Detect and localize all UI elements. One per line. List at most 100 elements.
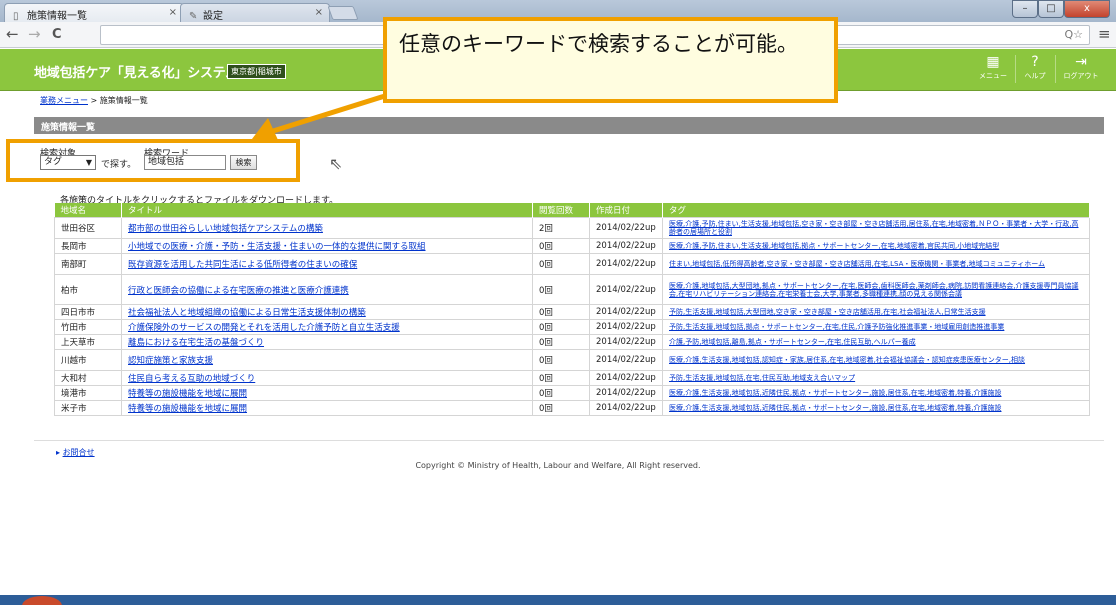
cell-date: 2014/02/22up — [589, 274, 663, 305]
contact-link[interactable]: お問合せ — [63, 448, 95, 457]
callout-box: 任意のキーワードで検索することが可能。 — [383, 17, 838, 103]
table-row: 柏市 行政と医師会の協働による在宅医療の推進と医療介護連携 0回 2014/02… — [54, 274, 1090, 305]
dropdown-arrow-icon: ▼ — [85, 158, 92, 167]
table-row: 四日市市 社会福祉法人と地域組織の協働による日常生活支援体制の構築 0回 201… — [54, 304, 1090, 320]
breadcrumb: 業務メニュー > 施策情報一覧 — [40, 95, 148, 106]
browser-tab-settings[interactable]: ✎ 設定 × — [180, 3, 330, 22]
title-link[interactable]: 特養等の施設機能を地域に展開 — [128, 404, 247, 414]
table-row: 長岡市 小地域での医療・介護・予防・生活支援・住まいの一体的な提供に関する取組 … — [54, 238, 1090, 254]
section-title: 施策情報一覧 — [34, 117, 1104, 134]
tag-links[interactable]: 医療,介護,生活支援,地域包括,近隣住民,拠点・サポートセンター,施設,居住系,… — [669, 404, 1001, 412]
title-link[interactable]: 住民自ら考える互助の地域づくり — [128, 374, 255, 384]
column-header-date: 作成日付 — [589, 203, 663, 218]
help-button[interactable]: ? ヘルプ — [1018, 53, 1052, 85]
cell-date: 2014/02/22up — [589, 385, 663, 401]
table-body: 世田谷区 都市部の世田谷らしい地域包括ケアシステムの構築 2回 2014/02/… — [54, 217, 1090, 416]
header-divider — [1015, 55, 1016, 83]
tab-close-icon[interactable]: × — [169, 7, 177, 18]
title-link[interactable]: 小地域での医療・介護・予防・生活支援・住まいの一体的な提供に関する取組 — [128, 242, 426, 252]
table-row: 川越市 認知症施策と家族支援 0回 2014/02/22up 医療,介護,生活支… — [54, 349, 1090, 371]
tag-links[interactable]: 予防,生活支援,地域包括,拠点・サポートセンター,在宅,住民,介護予防強化推進事… — [669, 323, 1004, 331]
contact: ▸ お問合せ — [56, 447, 95, 458]
new-tab-button[interactable] — [327, 6, 359, 20]
table-row: 上天草市 離島における在宅生活の基盤づくり 0回 2014/02/22up 介護… — [54, 334, 1090, 350]
cell-date: 2014/02/22up — [589, 217, 663, 239]
title-link[interactable]: 離島における在宅生活の基盤づくり — [128, 338, 264, 348]
minimize-button[interactable]: – — [1012, 0, 1038, 18]
cell-views: 0回 — [532, 400, 590, 416]
tag-links[interactable]: 医療,介護,予防,住まい,生活支援,地域包括,空き家・空き部屋・空き店舗活用,居… — [669, 220, 1078, 236]
menu-button[interactable]: ▦ メニュー — [976, 53, 1010, 85]
maximize-button[interactable]: □ — [1038, 0, 1064, 18]
cell-views: 2回 — [532, 217, 590, 239]
forward-arrow-icon[interactable]: → — [28, 26, 41, 43]
title-link[interactable]: 介護保険外のサービスの開発とそれを活用した介護予防と自立生活支援 — [128, 323, 400, 333]
close-window-button[interactable]: x — [1064, 0, 1110, 18]
zoom-bookmark-icon[interactable]: Q☆ — [1064, 28, 1083, 41]
tag-links[interactable]: 住まい,地域包括,低所得高齢者,空き家・空き部屋・空き店舗活用,在宅,LSA・医… — [669, 260, 1045, 268]
search-button[interactable]: 検索 — [230, 155, 257, 170]
search-target-select[interactable]: タグ ▼ — [40, 155, 96, 170]
title-link[interactable]: 既存資源を活用した共同生活による低所得者の住まいの確保 — [128, 260, 357, 270]
cell-views: 0回 — [532, 370, 590, 386]
browser-tab-active[interactable]: ▯ 施策情報一覧 × — [4, 3, 184, 22]
cell-date: 2014/02/22up — [589, 349, 663, 371]
table-row: 竹田市 介護保険外のサービスの開発とそれを活用した介護予防と自立生活支援 0回 … — [54, 319, 1090, 335]
tag-links[interactable]: 予防,生活支援,地域包括,在宅,住民互助,地域支え合いマップ — [669, 374, 855, 382]
logout-icon: ⇥ — [1075, 54, 1087, 70]
mouse-cursor-icon: ⇖ — [329, 154, 343, 173]
breadcrumb-current: 施策情報一覧 — [99, 96, 148, 105]
app-title: 地域包括ケア「見える化」システム — [34, 66, 239, 81]
header-divider — [1055, 55, 1056, 83]
title-link[interactable]: 行政と医師会の協働による在宅医療の推進と医療介護連携 — [128, 286, 349, 296]
tab-title: 設定 — [203, 11, 223, 22]
tag-links[interactable]: 予防,生活支援,地域包括,大型団地,空き家・空き部屋・空き店舗活用,在宅,社会福… — [669, 308, 986, 316]
reload-icon[interactable]: C — [52, 26, 62, 43]
tag-links[interactable]: 医療,介護,生活支援,地域包括,認知症・家族,居住系,在宅,地域密着,社会福祉協… — [669, 356, 1025, 364]
tag-links[interactable]: 医療,介護,地域包括,大型団地,拠点・サポートセンター,在宅,医師会,歯科医師会… — [669, 282, 1078, 298]
column-header-area: 地域名 — [54, 203, 122, 218]
wrench-icon: ✎ — [189, 11, 198, 22]
prefecture-badge: 東京都|稲城市 — [227, 64, 286, 79]
cell-area: 世田谷区 — [54, 217, 122, 239]
tag-links[interactable]: 医療,介護,予防,住まい,生活支援,地域包括,拠点・サポートセンター,在宅,地域… — [669, 242, 999, 250]
title-link[interactable]: 都市部の世田谷らしい地域包括ケアシステムの構築 — [128, 224, 323, 234]
document-icon: ▯ — [13, 11, 19, 22]
table-row: 米子市 特養等の施設機能を地域に展開 0回 2014/02/22up 医療,介護… — [54, 400, 1090, 416]
logout-button[interactable]: ⇥ ログアウト — [1060, 53, 1102, 85]
tab-title: 施策情報一覧 — [27, 11, 87, 22]
arrow-bullet-icon: ▸ — [56, 448, 61, 457]
browser-menu-icon[interactable]: ≡ — [1098, 25, 1111, 43]
cell-views: 0回 — [532, 349, 590, 371]
cell-date: 2014/02/22up — [589, 400, 663, 416]
logout-button-label: ログアウト — [1063, 72, 1099, 80]
column-header-title: タイトル — [121, 203, 533, 218]
back-arrow-icon[interactable]: ← — [6, 26, 19, 43]
cell-views: 0回 — [532, 253, 590, 275]
cell-area: 長岡市 — [54, 238, 122, 254]
title-link[interactable]: 認知症施策と家族支援 — [128, 356, 213, 366]
cell-views: 0回 — [532, 238, 590, 254]
title-link[interactable]: 特養等の施設機能を地域に展開 — [128, 389, 247, 399]
search-target-value: タグ — [44, 157, 63, 167]
title-link[interactable]: 社会福祉法人と地域組織の協働による日常生活支援体制の構築 — [128, 308, 366, 318]
tag-links[interactable]: 介護,予防,地域包括,離島,拠点・サポートセンター,在宅,住民互助,ヘルパー養成 — [669, 338, 916, 346]
column-header-tags: タグ — [662, 203, 1090, 218]
cell-views: 0回 — [532, 304, 590, 320]
cell-views: 0回 — [532, 319, 590, 335]
cell-date: 2014/02/22up — [589, 334, 663, 350]
taskbar — [0, 595, 1116, 605]
cell-date: 2014/02/22up — [589, 319, 663, 335]
search-word-input[interactable]: 地域包括 — [144, 155, 226, 170]
breadcrumb-home-link[interactable]: 業務メニュー — [40, 96, 88, 105]
help-button-label: ヘルプ — [1024, 72, 1046, 80]
cell-views: 0回 — [532, 334, 590, 350]
tag-links[interactable]: 医療,介護,生活支援,地域包括,近隣住民,拠点・サポートセンター,施設,居住系,… — [669, 389, 1001, 397]
cell-area: 米子市 — [54, 400, 122, 416]
cell-area: 大和村 — [54, 370, 122, 386]
cell-area: 上天草市 — [54, 334, 122, 350]
cell-area: 四日市市 — [54, 304, 122, 320]
table-row: 世田谷区 都市部の世田谷らしい地域包括ケアシステムの構築 2回 2014/02/… — [54, 217, 1090, 239]
tab-close-icon[interactable]: × — [315, 7, 323, 18]
cell-area: 境港市 — [54, 385, 122, 401]
